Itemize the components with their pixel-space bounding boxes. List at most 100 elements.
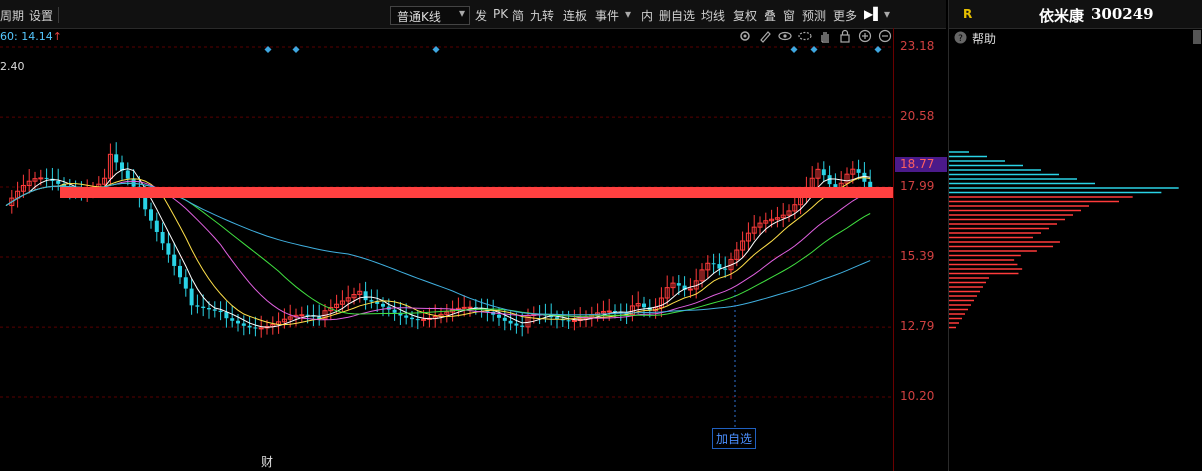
toolbar-jiuzhuan-button[interactable]: 九转 [530,7,554,24]
candle-body [160,231,165,244]
toolbar-fa-button[interactable]: 发 [475,7,487,24]
event-diamond-icon [790,46,798,53]
toolbar-inner-button[interactable]: 内 [641,7,653,24]
candle-body [461,306,467,309]
toolbar-remove-watchlist-button[interactable]: 删自选 [659,7,695,24]
candle-body [56,180,61,184]
candle-body [189,288,194,306]
candle-body [253,327,258,329]
toolbar-more-button[interactable]: 更多 [833,7,857,24]
candle-body [201,306,206,309]
current-price-tag: 18.77 [895,157,947,172]
candle-body [821,169,826,176]
candle-body [508,320,513,324]
candle-body [258,327,264,330]
collapse-panel-icon[interactable]: ▶▌ [864,7,882,21]
event-diamond-icon [874,46,882,53]
candle-body [868,181,873,188]
settings-button[interactable]: 设置 [29,7,53,24]
price-tick: 10.20 [900,389,935,403]
toolbar-lianban-button[interactable]: 连板 [563,7,587,24]
candle-body [44,177,49,179]
help-row[interactable]: ? 帮助 [949,28,1202,48]
event-diamond-icon [292,46,300,53]
candle-body [224,312,229,319]
price-axis: 23.18 20.58 18.77 17.99 15.39 12.79 10.2… [893,28,949,471]
candle-body [381,303,385,307]
toolbar-ma-button[interactable]: 均线 [701,7,725,24]
volume-profile [949,151,1179,329]
help-icon: ? [954,31,967,44]
candle-body [241,323,246,326]
toolbar-divider [58,7,59,23]
toolbar-overlay-button[interactable]: 叠 [764,7,776,24]
candle-body [555,317,559,319]
candle-body [212,309,217,311]
stock-side-panel: R 依米康 300249 ? 帮助 [948,0,1202,471]
candle-body [149,209,153,221]
candle-body [305,314,310,316]
candle-body [230,318,235,321]
candle-body [183,277,188,289]
help-label: 帮助 [972,32,997,46]
panel-tab[interactable]: R [963,7,972,21]
stock-code: 300249 [1091,5,1154,23]
candle-body [195,305,200,307]
chart-type-value: 普通K线 [397,10,441,24]
candle-body [723,268,728,270]
candle-body [520,325,525,327]
candle-body [404,315,409,318]
candle-body [143,198,148,210]
candle-body [38,177,44,180]
candle-body [247,325,252,328]
period-button[interactable]: 周期 [0,7,24,24]
candle-body [392,309,397,313]
candlestick-chart[interactable] [0,28,893,471]
candle-body [218,310,223,313]
toolbar-forecast-button[interactable]: 预测 [802,7,826,24]
price-tick: 15.39 [900,249,935,263]
candle-body [856,169,861,173]
svg-text:?: ? [958,34,963,44]
candle-body [207,308,211,310]
panel-scrollbar[interactable] [1193,30,1201,44]
candle-body [497,314,501,318]
price-tick: 12.79 [900,319,935,333]
toolbar-dropdown-icon[interactable]: ▾ [884,7,890,21]
toolbar-pk-button[interactable]: PK [493,7,508,21]
candle-body [178,265,182,278]
price-tick: 23.18 [900,39,935,53]
candle-body [125,170,130,179]
candle-body [166,243,171,255]
toolbar-adjust-button[interactable]: 复权 [733,7,757,24]
candle-body [566,320,571,322]
candle-body [642,303,646,308]
candle-body [369,300,374,302]
add-watchlist-marker[interactable]: 加自选 [712,428,757,449]
toolbar-events-button[interactable]: 事件 [595,7,619,24]
candle-body [421,318,427,321]
candle-body [236,320,240,324]
candle-body [711,263,716,265]
candle-body [514,323,519,326]
candle-body [571,320,577,323]
candle-body [687,288,693,291]
candle-body [502,317,507,321]
candle-body [172,254,177,266]
candle-body [676,283,681,286]
chart-toolbar: 周期 设置 普通K线 ▾ 发 PK 简 九转 连板 事件 ▾ 内 删自选 均线 … [0,0,946,29]
candle-body [299,314,305,317]
support-band-highlight[interactable] [60,187,893,198]
candle-body [131,178,136,187]
toolbar-window-button[interactable]: 窗 [783,7,795,24]
stock-name: 依米康 [1039,7,1085,25]
candle-body [154,220,159,232]
financial-report-marker[interactable]: 财 [261,453,273,470]
candle-body [114,154,119,163]
candle-body [717,264,722,269]
candle-body [467,306,473,309]
events-dropdown-icon[interactable]: ▾ [625,7,631,21]
candle-body [410,317,414,320]
chart-type-select[interactable]: 普通K线 ▾ [390,6,470,25]
toolbar-simple-button[interactable]: 简 [512,7,524,24]
